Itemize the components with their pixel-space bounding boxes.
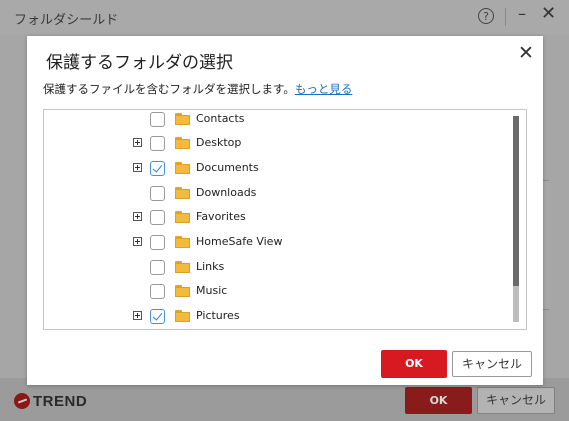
folder-icon [175, 137, 190, 149]
folder-checkbox[interactable] [150, 136, 165, 151]
folder-row[interactable]: Links [44, 256, 514, 280]
cancel-button[interactable]: キャンセル [452, 351, 532, 377]
folder-label: Downloads [196, 186, 257, 199]
main-window-title: フォルダシールド [14, 13, 119, 28]
folder-label: Contacts [196, 112, 245, 125]
folder-checkbox[interactable] [150, 309, 165, 324]
folder-checkbox[interactable] [150, 186, 165, 201]
folder-row[interactable]: Desktop [44, 132, 514, 156]
folder-icon [175, 310, 190, 322]
folder-label: HomeSafe View [196, 235, 283, 248]
folder-checkbox[interactable] [150, 235, 165, 250]
folder-icon [175, 113, 190, 125]
folder-row[interactable]: Downloads [44, 182, 514, 206]
folder-label: Favorites [196, 210, 246, 223]
minimize-icon[interactable]: – [518, 4, 526, 23]
folder-label: Pictures [196, 309, 240, 322]
help-icon[interactable]: ? [478, 8, 494, 24]
logo-text: TREND [33, 392, 88, 410]
trend-logo: TREND [14, 392, 87, 410]
folder-row[interactable]: Contacts [44, 110, 514, 132]
folder-row[interactable]: Pictures [44, 305, 514, 329]
main-titlebar: フォルダシールド ? – ✕ [0, 0, 569, 34]
folder-checkbox[interactable] [150, 161, 165, 176]
expand-icon[interactable] [133, 237, 142, 246]
folder-checkbox[interactable] [150, 260, 165, 275]
trend-ball-icon [14, 393, 30, 409]
description-text: 保護するファイルを含むフォルダを選択します。 [43, 82, 295, 96]
expand-icon[interactable] [133, 311, 142, 320]
folder-row[interactable]: HomeSafe View [44, 231, 514, 255]
folder-icon [175, 187, 190, 199]
folder-row[interactable]: Music [44, 280, 514, 304]
background-ok-button[interactable]: OK [405, 387, 472, 414]
folder-icon [175, 261, 190, 273]
folder-checkbox[interactable] [150, 210, 165, 225]
expand-icon[interactable] [133, 138, 142, 147]
expand-icon[interactable] [133, 212, 142, 221]
dialog-description: 保護するファイルを含むフォルダを選択します。もっと見る [43, 81, 352, 97]
folder-label: Links [196, 260, 225, 273]
expand-icon[interactable] [133, 163, 142, 172]
folder-tree: Contacts Desktop Documents Downloads Favorit… [43, 109, 527, 330]
folder-icon [175, 285, 190, 297]
folder-row[interactable]: Favorites [44, 206, 514, 230]
background-cancel-button[interactable]: キャンセル [477, 387, 555, 414]
folder-label: Desktop [196, 136, 242, 149]
folder-label: Documents [196, 161, 259, 174]
folder-select-dialog: 保護するフォルダの選択 ✕ 保護するファイルを含むフォルダを選択します。もっと見… [27, 36, 543, 385]
folder-icon [175, 211, 190, 223]
window-close-icon[interactable]: ✕ [541, 3, 556, 24]
folder-label: Music [196, 284, 228, 297]
folder-icon [175, 162, 190, 174]
ok-button[interactable]: OK [381, 350, 447, 378]
folder-checkbox[interactable] [150, 284, 165, 299]
folder-checkbox[interactable] [150, 112, 165, 127]
dialog-close-icon[interactable]: ✕ [518, 42, 534, 64]
folder-row[interactable]: Documents [44, 157, 514, 181]
titlebar-divider [505, 8, 506, 26]
more-info-link[interactable]: もっと見る [295, 82, 353, 96]
dialog-title: 保護するフォルダの選択 [46, 53, 233, 73]
folder-icon [175, 236, 190, 248]
